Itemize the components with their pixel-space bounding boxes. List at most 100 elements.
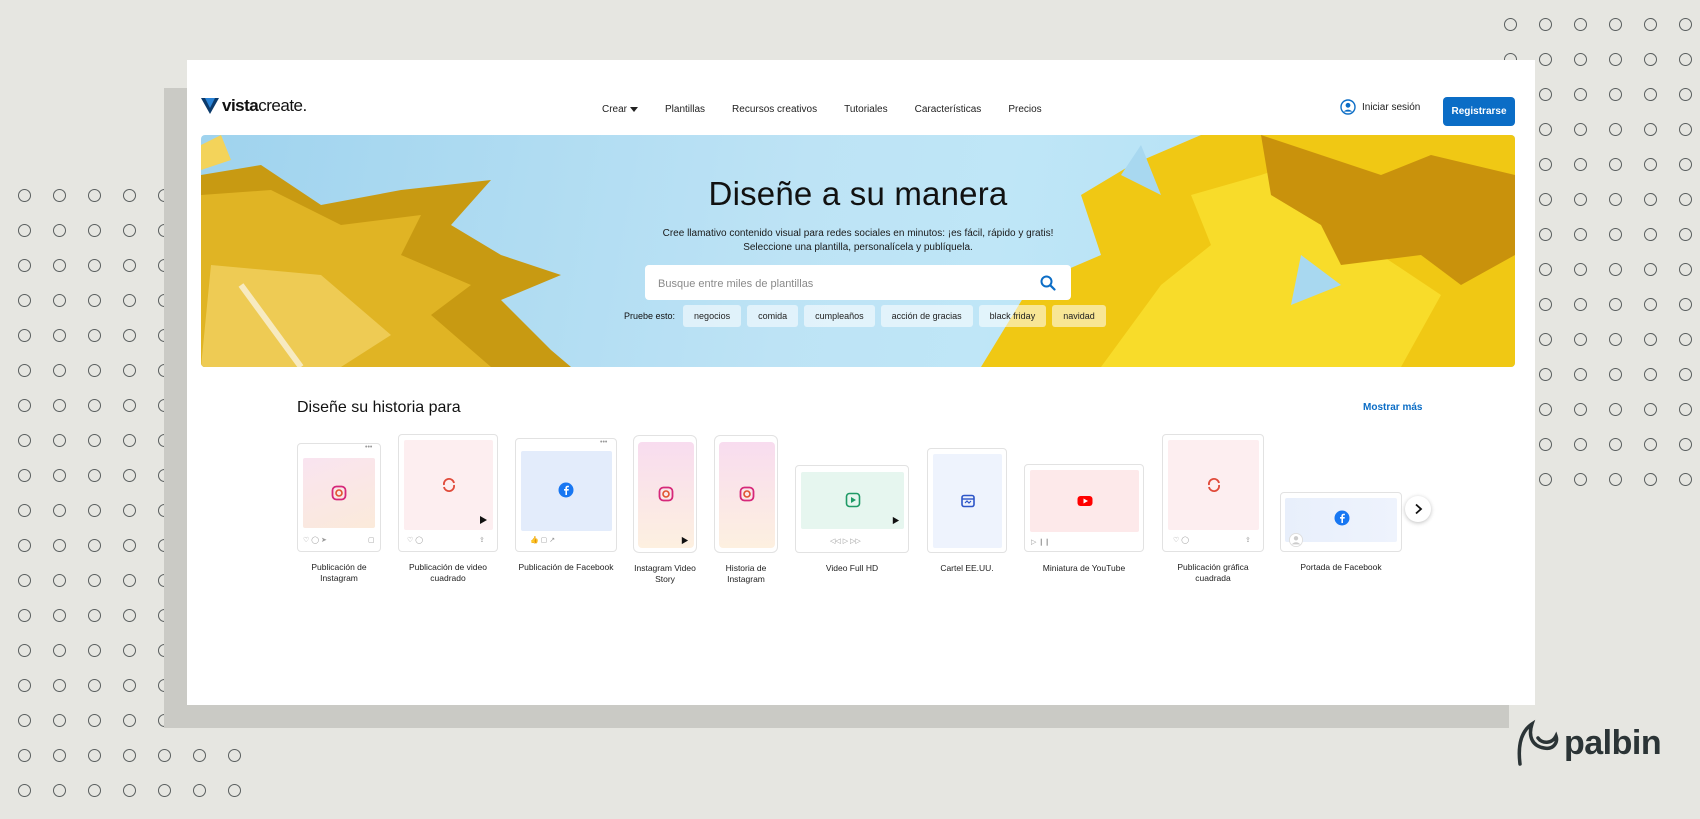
section-title: Diseñe su historia para <box>297 399 461 416</box>
nav-tutoriales[interactable]: Tutoriales <box>844 104 888 115</box>
dot <box>1609 473 1622 486</box>
nav-crear[interactable]: Crear <box>602 104 639 115</box>
chip-black-friday[interactable]: black friday <box>978 305 1047 327</box>
dot <box>1609 333 1622 346</box>
dot <box>123 574 136 587</box>
chip-accion-de-gracias[interactable]: acción de gracias <box>880 305 973 327</box>
tile-instagram-video-story[interactable]: Instagram Video Story <box>633 435 697 585</box>
dot <box>18 784 31 797</box>
dot <box>1679 403 1692 416</box>
tile-label: Publicación de video cuadrado <box>409 562 487 583</box>
dot <box>1644 123 1657 136</box>
dot <box>1644 438 1657 451</box>
social-actions-icon: 👍 ▢ ↗ <box>530 537 556 544</box>
dot <box>88 189 101 202</box>
search-input[interactable] <box>656 274 1020 293</box>
nav-caracteristicas[interactable]: Características <box>915 104 982 115</box>
dot <box>123 469 136 482</box>
dot <box>18 504 31 517</box>
dot <box>1679 228 1692 241</box>
dot <box>1539 333 1552 346</box>
dot <box>1679 53 1692 66</box>
dot <box>158 749 171 762</box>
dot <box>1574 403 1587 416</box>
login-label: Iniciar sesión <box>1362 101 1421 113</box>
tile-label: Historia de Instagram <box>725 563 767 584</box>
dot <box>1574 368 1587 381</box>
dot <box>53 224 66 237</box>
dot <box>1574 88 1587 101</box>
dot <box>1574 473 1587 486</box>
refresh-icon <box>443 478 455 492</box>
tile-video-full-hd[interactable]: ◁◁ ▷ ▷▷ Video Full HD <box>795 465 909 585</box>
tile-label: Portada de Facebook <box>1300 562 1382 572</box>
tile-facebook-post[interactable]: ••• 👍 ▢ ↗ Publicación de Facebook <box>515 438 617 578</box>
chip-comida[interactable]: comida <box>747 305 799 327</box>
dot <box>1574 438 1587 451</box>
tile-square-graphic-post[interactable]: ♡ ◯ ⇪ Publicación gráfica cuadrada <box>1162 434 1264 584</box>
tile-instagram-story[interactable]: Historia de Instagram <box>714 435 778 585</box>
dot <box>88 364 101 377</box>
dot <box>1609 298 1622 311</box>
dot <box>123 224 136 237</box>
dot <box>1679 368 1692 381</box>
dot <box>88 784 101 797</box>
dot <box>123 504 136 517</box>
dot <box>53 714 66 727</box>
show-more-link[interactable]: Mostrar más <box>1363 402 1422 413</box>
instagram-icon <box>331 485 347 501</box>
chevron-down-icon <box>630 107 639 112</box>
search-icon[interactable] <box>1040 275 1056 291</box>
tile-us-poster[interactable]: Cartel EE.UU. <box>927 448 1007 588</box>
tile-square-video-post[interactable]: ♡ ◯ ⇪ Publicación de video cuadrado <box>398 434 498 584</box>
register-button[interactable]: Registrarse <box>1443 97 1515 126</box>
tile-frame: ••• ♡ ◯ ➤ ▢ <box>297 443 381 552</box>
tile-facebook-cover[interactable]: Portada de Facebook <box>1280 492 1402 592</box>
dot <box>18 714 31 727</box>
dot <box>1539 263 1552 276</box>
dot <box>1609 88 1622 101</box>
dot <box>1644 298 1657 311</box>
dot <box>88 644 101 657</box>
dot <box>53 294 66 307</box>
chip-negocios[interactable]: negocios <box>683 305 742 327</box>
carousel-next-button[interactable] <box>1405 496 1431 522</box>
logo-text: vistacreate. <box>222 96 307 115</box>
tile-youtube-thumbnail[interactable]: ▷ ❙❙ Miniatura de YouTube <box>1024 464 1144 584</box>
dot <box>1609 263 1622 276</box>
dot <box>1539 228 1552 241</box>
dot <box>18 469 31 482</box>
dot <box>123 259 136 272</box>
tile-instagram-post[interactable]: ••• ♡ ◯ ➤ ▢ Publicación de Instagram <box>297 443 381 583</box>
dot <box>88 714 101 727</box>
nav-crear-label: Crear <box>602 104 628 115</box>
nav-precios[interactable]: Precios <box>1008 104 1041 115</box>
main-nav: Crear Plantillas Recursos creativos Tuto… <box>602 104 1042 115</box>
dot <box>1644 158 1657 171</box>
dot <box>53 609 66 622</box>
dot <box>1609 123 1622 136</box>
tile-frame: ♡ ◯ ⇪ <box>1162 434 1264 552</box>
dot <box>18 329 31 342</box>
nav-plantillas[interactable]: Plantillas <box>665 104 705 115</box>
chip-navidad[interactable]: navidad <box>1052 305 1106 327</box>
poster-icon <box>961 494 975 508</box>
dot <box>123 294 136 307</box>
nav-recursos-creativos[interactable]: Recursos creativos <box>732 104 817 115</box>
dot <box>123 434 136 447</box>
avatar-icon <box>1289 533 1303 547</box>
vistacreate-logo[interactable]: vistacreate. <box>201 96 307 116</box>
instagram-icon <box>658 486 674 502</box>
dot <box>1679 263 1692 276</box>
share-icon: ⇪ <box>1245 537 1251 544</box>
dot <box>1574 228 1587 241</box>
hero-subtitle-line1: Cree llamativo contenido visual para red… <box>662 228 1054 239</box>
player-controls-icon: ▷ ❙❙ <box>1031 539 1051 546</box>
dot <box>1574 193 1587 206</box>
dot <box>53 469 66 482</box>
chip-cumpleanos[interactable]: cumpleaños <box>804 305 875 327</box>
browser-screenshot-card: vistacreate. Crear Plantillas Recursos c… <box>187 60 1535 705</box>
dot <box>88 574 101 587</box>
try-label: Pruebe esto: <box>624 311 676 321</box>
login-link[interactable]: Iniciar sesión <box>1340 99 1420 115</box>
